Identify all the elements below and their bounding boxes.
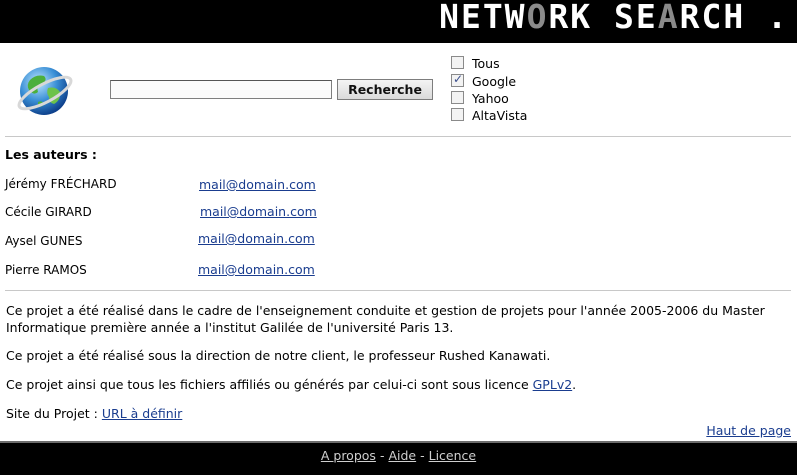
checkbox[interactable]: [451, 91, 464, 104]
divider: [5, 290, 791, 291]
project-client: Ce projet a été réalisé sous la directio…: [6, 348, 551, 363]
site-footer: A propos - Aide - Licence: [0, 441, 797, 475]
checkbox[interactable]: [451, 56, 464, 69]
author-name: Aysel GUNES: [5, 234, 83, 248]
project-description: Ce projet a été réalisé dans le cadre de…: [6, 303, 765, 335]
divider: [5, 136, 791, 137]
site-header: NETWORK SEARCH .: [0, 0, 797, 43]
globe-logo-icon: [17, 67, 73, 115]
author-name: Cécile GIRARD: [5, 205, 92, 219]
author-email-link[interactable]: mail@domain.com: [200, 204, 317, 219]
engine-option-google[interactable]: ✓ Google: [451, 72, 571, 89]
license-link[interactable]: GPLv2: [533, 377, 573, 392]
engine-option-altavista[interactable]: AltaVista: [451, 107, 571, 123]
engine-option-tous[interactable]: Tous: [451, 55, 571, 71]
footer-link-about[interactable]: A propos: [321, 448, 376, 463]
project-site: Site du Projet : URL à définir: [6, 406, 183, 421]
search-button[interactable]: Recherche: [337, 79, 433, 100]
checkbox-checked[interactable]: ✓: [451, 72, 464, 87]
author-name: Jérémy FRÉCHARD: [5, 177, 117, 191]
engine-option-yahoo[interactable]: Yahoo: [451, 90, 571, 106]
project-license: Ce projet ainsi que tous les fichiers af…: [6, 377, 577, 392]
author-name: Pierre RAMOS: [5, 263, 87, 277]
check-mark-icon: ✓: [453, 72, 464, 86]
footer-link-help[interactable]: Aide: [388, 448, 416, 463]
author-email-link[interactable]: mail@domain.com: [198, 231, 315, 246]
back-to-top-link[interactable]: Haut de page: [706, 423, 791, 438]
search-input[interactable]: [110, 80, 332, 99]
site-title: NETWORK SEARCH .: [439, 0, 789, 36]
checkbox[interactable]: [451, 108, 464, 121]
author-email-link[interactable]: mail@domain.com: [199, 177, 316, 192]
author-email-link[interactable]: mail@domain.com: [198, 262, 315, 277]
footer-link-license[interactable]: Licence: [429, 448, 477, 463]
project-url-link[interactable]: URL à définir: [102, 406, 182, 421]
authors-heading: Les auteurs :: [5, 147, 97, 162]
